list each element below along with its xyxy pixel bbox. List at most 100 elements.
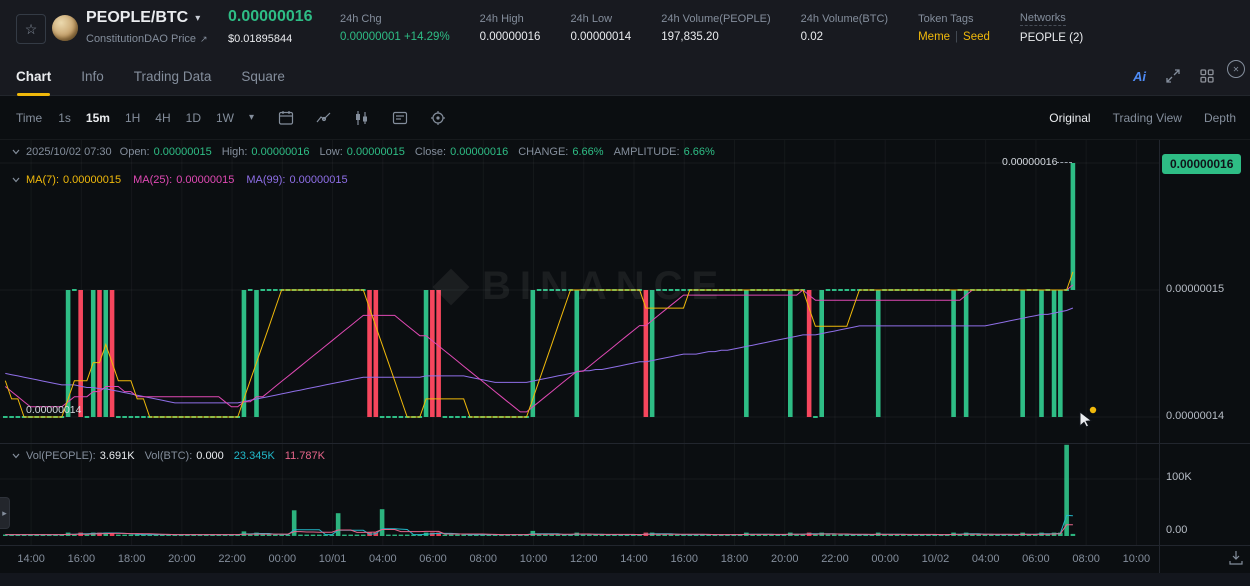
- time-label: 08:00: [1072, 553, 1100, 565]
- last-price: 0.00000016: [228, 8, 313, 26]
- time-axis[interactable]: 14:0016:0018:0020:0022:0000:0010/0104:00…: [0, 545, 1159, 573]
- current-price-badge: 0.00000016: [1162, 154, 1241, 174]
- symbol-title: PEOPLE/BTC: [86, 9, 188, 27]
- time-label: 16:00: [670, 553, 698, 565]
- ohlc-legend-values: Open:0.00000015High:0.00000016Low:0.0000…: [120, 146, 725, 158]
- time-label: 20:00: [771, 553, 799, 565]
- tab-info[interactable]: Info: [81, 56, 104, 96]
- tab-chart[interactable]: Chart: [16, 56, 51, 96]
- interval-4h[interactable]: 4H: [155, 111, 170, 125]
- token-tag-meme[interactable]: Meme: [918, 31, 950, 43]
- stat-value: 197,835.20: [661, 31, 770, 43]
- apps-grid-icon[interactable]: [1200, 69, 1214, 83]
- stat-label: 24h Low: [570, 13, 612, 25]
- header: ☆ PEOPLE/BTC ▾ ConstitutionDAO Price ↗ 0…: [0, 0, 1250, 56]
- price-axis-label: 0.00000015: [1166, 283, 1224, 295]
- interval-1w[interactable]: 1W: [216, 111, 234, 125]
- time-label: 10/01: [319, 553, 347, 565]
- stat-label: 24h Volume(BTC): [801, 13, 888, 25]
- header-stats: 24h Chg 0.00000001 +14.29% 24h High0.00000…: [340, 0, 1083, 56]
- time-label: 10:00: [520, 553, 548, 565]
- ohlc-datetime: 2025/10/02 07:30: [26, 146, 112, 158]
- stat-24h-high: 24h High0.00000016: [480, 13, 541, 43]
- view-original[interactable]: Original: [1049, 111, 1090, 125]
- chart-view-switch: Original Trading View Depth: [1049, 96, 1236, 140]
- time-label: 14:00: [17, 553, 45, 565]
- ohlc-label: Close:: [415, 146, 446, 158]
- ma-label: MA(99):: [246, 174, 285, 186]
- footer-strip: [0, 573, 1250, 586]
- time-label: 06:00: [1022, 553, 1050, 565]
- stat-label: 24h Chg: [340, 13, 382, 25]
- stat-24h-low: 24h Low0.00000014: [570, 13, 631, 43]
- interval-1d[interactable]: 1D: [186, 111, 201, 125]
- display-settings-icon[interactable]: [392, 110, 408, 126]
- volume-axis-label: 0.00: [1166, 524, 1187, 536]
- time-label: 10/02: [922, 553, 950, 565]
- symbol-selector[interactable]: PEOPLE/BTC ▾: [86, 9, 200, 27]
- stat-24h-volume-people: 24h Volume(PEOPLE) 197,835.20: [661, 13, 770, 43]
- time-label: 20:00: [168, 553, 196, 565]
- vol-btc-label: Vol(BTC):: [145, 450, 193, 462]
- tab-square[interactable]: Square: [241, 56, 285, 96]
- time-label: 00:00: [871, 553, 899, 565]
- vol-people-value: 3.691K: [100, 450, 135, 462]
- view-trading-view[interactable]: Trading View: [1113, 111, 1182, 125]
- external-link-icon[interactable]: ↗: [200, 34, 208, 45]
- interval-1h[interactable]: 1H: [125, 111, 140, 125]
- collapse-chevron-icon[interactable]: [12, 149, 20, 155]
- close-icon[interactable]: ✕: [1227, 60, 1245, 78]
- ohlc-legend: 2025/10/02 07:30 Open:0.00000015High:0.0…: [12, 146, 725, 158]
- ma-value: 0.00000015: [63, 174, 121, 186]
- favorite-button[interactable]: ☆: [16, 14, 46, 44]
- stat-value: 0.00000001 +14.29%: [340, 31, 450, 43]
- ma-label: MA(25):: [133, 174, 172, 186]
- ohlc-label: AMPLITUDE:: [614, 146, 680, 158]
- export-icon[interactable]: [1228, 550, 1244, 566]
- time-label: 06:00: [419, 553, 447, 565]
- vol-btc-value: 0.000: [196, 450, 224, 462]
- ohlc-label: CHANGE:: [518, 146, 568, 158]
- price-axis-label: 0.00000014: [1166, 410, 1224, 422]
- interval-1s[interactable]: 1s: [58, 111, 71, 125]
- chart-style-icon[interactable]: [316, 110, 332, 126]
- token-tag-seed[interactable]: Seed: [963, 31, 990, 43]
- ohlc-value: 6.66%: [572, 146, 603, 158]
- indicators-icon[interactable]: [354, 110, 370, 126]
- ma-legend: MA(7):0.00000015MA(25):0.00000015MA(99):…: [12, 174, 360, 186]
- view-depth[interactable]: Depth: [1204, 111, 1236, 125]
- tab-bar: Chart Info Trading Data Square Ai: [0, 56, 1250, 96]
- stat-value: 0.00000016: [480, 31, 541, 43]
- ohlc-value: 0.00000016: [251, 146, 309, 158]
- low-price-marker: 0.00000014: [26, 404, 81, 416]
- ohlc-label: High:: [222, 146, 248, 158]
- tab-trading-data[interactable]: Trading Data: [134, 56, 212, 96]
- ohlc-value: 0.00000015: [154, 146, 212, 158]
- price-axis-divider: [1159, 140, 1160, 573]
- collapse-chevron-icon[interactable]: [12, 453, 20, 459]
- mavol-fast-value: 23.345K: [234, 450, 275, 462]
- stat-24h-chg: 24h Chg 0.00000001 +14.29%: [340, 13, 450, 43]
- tab-list: Chart Info Trading Data Square: [16, 56, 285, 96]
- high-marker-dash: [1056, 162, 1072, 163]
- mavol-slow-value: 11.787K: [285, 450, 325, 462]
- interval-more-dropdown[interactable]: ▾: [249, 112, 254, 123]
- interval-15m[interactable]: 15m: [86, 111, 110, 125]
- pane-divider[interactable]: [0, 443, 1250, 444]
- volume-legend: Vol(PEOPLE): 3.691K Vol(BTC): 0.000 23.3…: [12, 450, 325, 462]
- expand-panel-button[interactable]: ▸: [0, 497, 10, 529]
- stat-value: Meme|Seed: [918, 31, 990, 43]
- time-label: 00:00: [269, 553, 297, 565]
- calendar-icon[interactable]: [278, 110, 294, 126]
- stat-label: 24h Volume(PEOPLE): [661, 13, 770, 25]
- settings-icon[interactable]: [430, 110, 446, 126]
- ohlc-value: 0.00000016: [450, 146, 508, 158]
- time-label: 14:00: [620, 553, 648, 565]
- tab-bar-icons: Ai: [1133, 56, 1214, 96]
- fullscreen-icon[interactable]: [1166, 69, 1180, 83]
- ai-assistant-icon[interactable]: Ai: [1133, 69, 1146, 84]
- ohlc-label: Low:: [320, 146, 343, 158]
- collapse-chevron-icon[interactable]: [12, 177, 20, 183]
- time-label: 04:00: [972, 553, 1000, 565]
- ma-value: 0.00000015: [290, 174, 348, 186]
